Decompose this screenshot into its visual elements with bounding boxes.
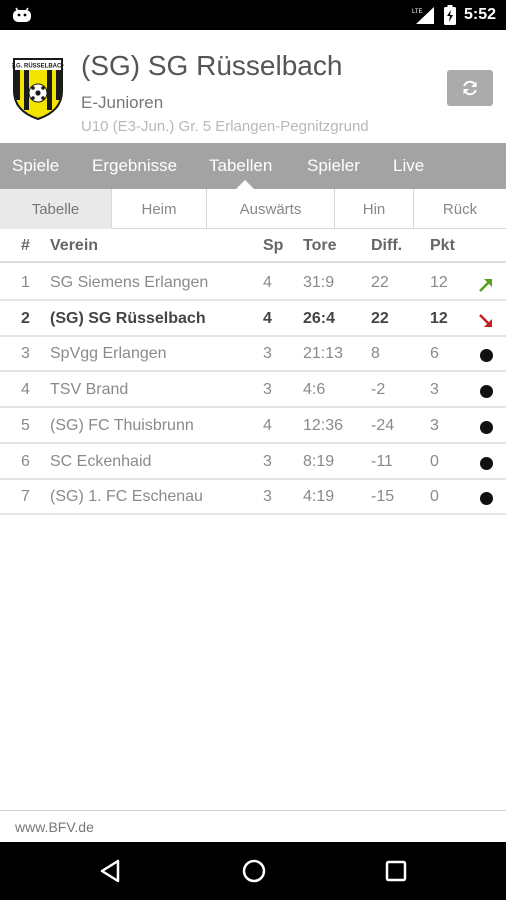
system-navigation-bar bbox=[0, 842, 506, 900]
cell-rank: 4 bbox=[21, 381, 30, 399]
svg-text:LTE: LTE bbox=[412, 9, 423, 15]
club-header: S.G. RÜSSELBACH (SG) SG Rüsselbach E-Jun… bbox=[0, 30, 506, 143]
cell-games: 3 bbox=[263, 488, 272, 506]
cell-games: 4 bbox=[263, 309, 272, 327]
active-tab-indicator bbox=[236, 180, 254, 189]
recents-icon[interactable] bbox=[381, 856, 411, 886]
cell-diff: -15 bbox=[371, 488, 395, 506]
trend-same-icon bbox=[480, 456, 493, 470]
cell-games: 3 bbox=[263, 345, 272, 363]
cell-points: 0 bbox=[430, 488, 439, 506]
cell-team: (SG) SG Rüsselbach bbox=[50, 309, 206, 327]
cell-goals: 21:13 bbox=[303, 345, 344, 363]
subtab-hin[interactable]: Hin bbox=[335, 189, 414, 229]
trend-same-icon bbox=[480, 492, 493, 506]
refresh-icon bbox=[463, 80, 477, 96]
trend-down-icon bbox=[479, 313, 492, 327]
lte-signal-icon: LTE bbox=[412, 7, 434, 24]
cell-rank: 5 bbox=[21, 416, 30, 434]
table-filter-tabs: Tabelle Heim Auswärts Hin Rück bbox=[0, 189, 506, 229]
cell-rank: 1 bbox=[21, 274, 30, 291]
cell-diff: -24 bbox=[371, 416, 395, 434]
cell-games: 3 bbox=[263, 452, 272, 470]
clock: 5:52 bbox=[463, 6, 496, 23]
cell-rank: 7 bbox=[21, 488, 30, 506]
cell-diff: -2 bbox=[371, 381, 386, 399]
cell-goals: 4:6 bbox=[303, 381, 326, 399]
cell-diff: -11 bbox=[371, 452, 393, 470]
subtab-tabelle[interactable]: Tabelle bbox=[0, 189, 112, 229]
column-header-rank: # bbox=[21, 237, 30, 254]
tab-ergebnisse[interactable]: Ergebnisse bbox=[92, 156, 177, 176]
cell-points: 12 bbox=[430, 309, 448, 327]
tab-spiele[interactable]: Spiele bbox=[12, 156, 59, 176]
cell-points: 3 bbox=[430, 381, 439, 399]
column-header-team: Verein bbox=[50, 237, 99, 254]
cell-team: (SG) FC Thuisbrunn bbox=[50, 416, 194, 434]
cell-team: SpVgg Erlangen bbox=[50, 345, 167, 363]
column-header-goals: Tore bbox=[303, 237, 337, 254]
cell-team: SG Siemens Erlangen bbox=[50, 274, 209, 291]
table-row[interactable]: 5 (SG) FC Thuisbrunn 4 12:36 -24 3 bbox=[0, 408, 506, 444]
refresh-button[interactable] bbox=[447, 70, 493, 106]
cell-games: 3 bbox=[263, 381, 272, 399]
status-bar: LTE 5:52 bbox=[0, 0, 506, 30]
table-row[interactable]: 4 TSV Brand 3 4:6 -2 3 bbox=[0, 372, 506, 409]
cell-games: 4 bbox=[263, 274, 272, 291]
cell-rank: 6 bbox=[21, 452, 30, 470]
cell-points: 12 bbox=[430, 274, 448, 291]
cell-goals: 12:36 bbox=[303, 416, 344, 434]
trend-same-icon bbox=[480, 420, 493, 434]
league-name: U10 (E3-Jun.) Gr. 5 Erlangen-Pegnitzgrun… bbox=[81, 118, 369, 135]
trend-same-icon bbox=[480, 385, 493, 399]
table-row[interactable]: 6 SC Eckenhaid 3 8:19 -11 0 bbox=[0, 444, 506, 480]
cell-games: 4 bbox=[263, 416, 272, 434]
table-header: # Verein Sp Tore Diff. Pkt bbox=[0, 229, 506, 263]
back-icon[interactable] bbox=[96, 856, 126, 886]
table-row[interactable]: 7 (SG) 1. FC Eschenau 3 4:19 -15 0 bbox=[0, 479, 506, 516]
footer: www.BFV.de bbox=[0, 810, 506, 842]
table-row[interactable]: 2 (SG) SG Rüsselbach 4 26:4 22 12 bbox=[0, 301, 506, 337]
cell-diff: 22 bbox=[371, 274, 389, 291]
subtab-heim[interactable]: Heim bbox=[112, 189, 207, 229]
subtab-auswaerts[interactable]: Auswärts bbox=[207, 189, 335, 229]
android-notification-icon bbox=[13, 7, 31, 22]
trend-same-icon bbox=[480, 349, 493, 363]
cell-goals: 8:19 bbox=[303, 452, 335, 470]
column-header-games: Sp bbox=[263, 237, 284, 254]
cell-goals: 26:4 bbox=[303, 309, 336, 327]
cell-goals: 31:9 bbox=[303, 274, 335, 291]
table-row[interactable]: 3 SpVgg Erlangen 3 21:13 8 6 bbox=[0, 336, 506, 373]
cell-rank: 3 bbox=[21, 345, 30, 363]
tab-live[interactable]: Live bbox=[393, 156, 424, 176]
club-logo: S.G. RÜSSELBACH bbox=[12, 58, 64, 121]
trend-up-icon bbox=[479, 279, 492, 292]
subtab-rueck[interactable]: Rück bbox=[414, 189, 506, 229]
cell-points: 6 bbox=[430, 345, 439, 363]
table-row[interactable]: 1 SG Siemens Erlangen 4 31:9 22 12 bbox=[0, 265, 506, 301]
cell-diff: 8 bbox=[371, 345, 380, 363]
svg-text:S.G. RÜSSELBACH: S.G. RÜSSELBACH bbox=[12, 63, 64, 70]
club-name: (SG) SG Rüsselbach bbox=[81, 50, 343, 81]
tab-spieler[interactable]: Spieler bbox=[307, 156, 360, 176]
cell-team: TSV Brand bbox=[50, 381, 129, 399]
bfv-link[interactable]: www.BFV.de bbox=[15, 819, 94, 835]
cell-points: 3 bbox=[430, 416, 439, 434]
cell-diff: 22 bbox=[371, 309, 389, 327]
cell-points: 0 bbox=[430, 452, 439, 470]
team-name: E-Junioren bbox=[81, 93, 164, 112]
cell-team: (SG) 1. FC Eschenau bbox=[50, 488, 203, 506]
cell-rank: 2 bbox=[21, 309, 30, 327]
battery-icon bbox=[443, 5, 456, 25]
column-header-diff: Diff. bbox=[371, 237, 403, 254]
cell-goals: 4:19 bbox=[303, 488, 335, 506]
column-header-points: Pkt bbox=[430, 237, 455, 254]
cell-team: SC Eckenhaid bbox=[50, 452, 152, 470]
home-icon[interactable] bbox=[239, 856, 269, 886]
tab-tabellen[interactable]: Tabellen bbox=[209, 156, 272, 176]
